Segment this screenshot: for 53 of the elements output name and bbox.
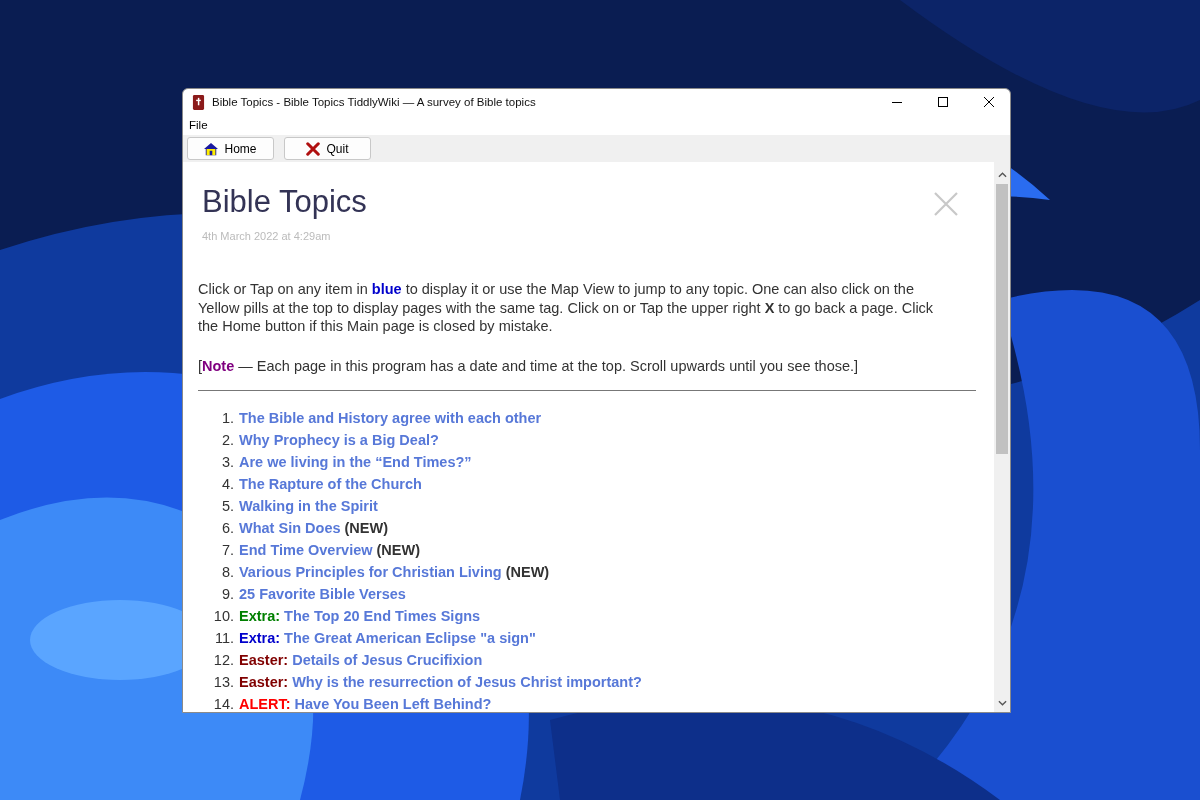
topic-link[interactable]: Various Principles for Christian Living (239, 564, 502, 580)
note-paragraph: [Note — Each page in this program has a date and time at the top. Scroll upwards until you see those.] (198, 356, 860, 375)
list-number: 9. (220, 586, 235, 602)
topic-link[interactable]: Why Prophecy is a Big Deal? (239, 432, 439, 448)
window-title: Bible Topics - Bible Topics TiddlyWiki — A survey of Bible topics (212, 96, 536, 108)
topic-link[interactable]: 25 Favorite Bible Verses (239, 586, 406, 602)
list-number: 7. (220, 542, 235, 558)
list-number: 1. (220, 410, 235, 426)
topic-tag: Extra: (239, 630, 281, 646)
house-icon (204, 141, 219, 156)
topic-link[interactable]: Have You Been Left Behind? (294, 696, 492, 712)
topic-tag: ALERT: (239, 696, 291, 712)
book-icon (192, 94, 205, 110)
topic-link[interactable]: The Great American Eclipse "a sign" (284, 630, 536, 646)
toolbar-button[interactable]: Home (187, 137, 274, 160)
topic-tag: Easter: (239, 652, 289, 668)
topic-link[interactable]: Details of Jesus Crucifixion (292, 652, 483, 668)
list-number: 13. (212, 674, 235, 690)
scroll-down-icon[interactable] (997, 700, 1007, 706)
topic-link[interactable]: End Time Overview (239, 542, 373, 558)
list-number: 10. (212, 608, 235, 624)
toolbar-button[interactable]: Quit (284, 137, 371, 160)
page-title: Bible Topics (202, 184, 367, 220)
list-number: 14. (212, 696, 235, 712)
topic-link[interactable]: The Rapture of the Church (239, 476, 422, 492)
topic-tag: Easter: (239, 674, 289, 690)
new-label: (NEW) (505, 564, 550, 580)
list-number: 4. (220, 476, 235, 492)
cross-icon (306, 141, 321, 156)
topic-link[interactable]: Are we living in the “End Times?” (239, 454, 472, 470)
intro-paragraph: Click or Tap on any item in blue to display it or use the Map View to jump to any topic. One can also click on the Yellow pills at the top to display pages with the same tag. Click on or Tap the upper right X to go back a page. Click the Home button if this Main page is closed by mistake. (198, 280, 935, 336)
page-date: 4th March 2022 at 4:29am (202, 230, 332, 242)
list-number: 2. (220, 432, 235, 448)
list-number: 3. (220, 454, 235, 470)
topic-link[interactable]: What Sin Does (239, 520, 341, 536)
list-number: 5. (220, 498, 235, 514)
list-number: 6. (220, 520, 235, 536)
new-label: (NEW) (376, 542, 420, 558)
list-number: 12. (212, 652, 235, 668)
scroll-up-icon[interactable] (997, 172, 1007, 178)
topic-link[interactable]: Why is the resurrection of Jesus Christ important? (292, 674, 642, 690)
menu-item[interactable]: File (189, 119, 208, 131)
maximize-icon[interactable] (938, 97, 948, 107)
list-number: 11. (213, 630, 235, 646)
topic-link[interactable]: The Bible and History agree with each other (239, 410, 542, 426)
topic-link[interactable]: The Top 20 End Times Signs (284, 608, 481, 624)
topic-tag: Extra: (239, 608, 281, 624)
close-icon[interactable] (984, 97, 994, 107)
scrollbar[interactable] (994, 162, 1010, 712)
list-number: 8. (220, 564, 235, 580)
new-label: (NEW) (344, 520, 388, 536)
topic-link[interactable]: Walking in the Spirit (239, 498, 378, 514)
scroll-thumb[interactable] (996, 184, 1008, 454)
